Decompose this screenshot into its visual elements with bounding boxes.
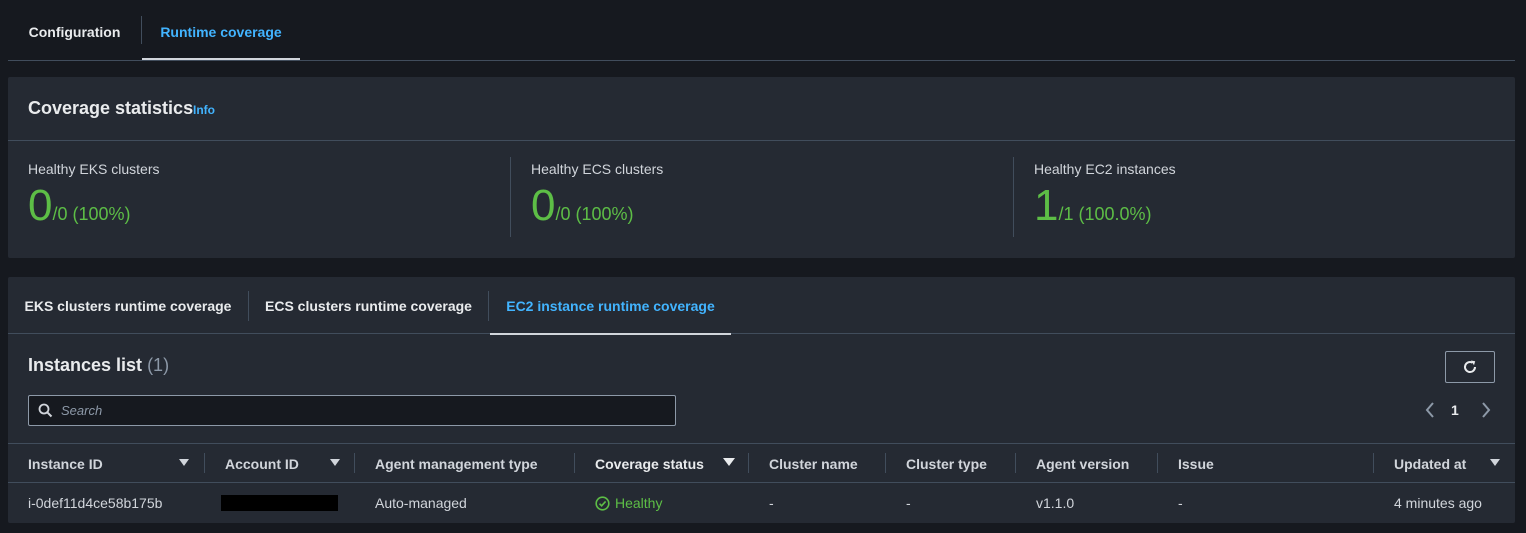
cell-issue: -	[1178, 495, 1183, 511]
redacted-account-id	[221, 495, 338, 511]
stat-eks-clusters: Healthy EKS clusters 0/0 (100%)	[8, 141, 510, 258]
cell-cluster-type: -	[906, 495, 911, 511]
cell-agent-version: v1.1.0	[1036, 495, 1075, 511]
instances-list-title: Instances list (1)	[28, 355, 169, 376]
stat-value: 1/1 (100.0%)	[1034, 181, 1152, 231]
tab-configuration[interactable]: Configuration	[8, 0, 141, 60]
col-agent-management-type[interactable]: Agent management type	[375, 444, 538, 482]
tab-ec2-coverage[interactable]: EC2 instance runtime coverage	[490, 277, 731, 335]
col-agent-version[interactable]: Agent version	[1036, 444, 1129, 482]
col-issue[interactable]: Issue	[1178, 444, 1214, 482]
runtime-coverage-panel: EKS clusters runtime coverage ECS cluste…	[8, 277, 1515, 523]
refresh-icon	[1464, 360, 1477, 373]
col-account-id[interactable]: Account ID	[225, 444, 299, 482]
list-count: (1)	[147, 355, 170, 375]
coverage-statistics-panel: Coverage statistics Info Healthy EKS clu…	[8, 77, 1515, 258]
column-divider	[354, 453, 355, 473]
col-cluster-type[interactable]: Cluster type	[906, 444, 987, 482]
cell-instance-id[interactable]: i-0def11d4ce58b175b	[28, 483, 162, 523]
search-field	[28, 395, 676, 426]
tabs-divider	[8, 60, 1515, 61]
cell-coverage-status: Healthy	[595, 483, 662, 523]
stats-title: Coverage statistics	[28, 98, 194, 118]
stat-label: Healthy EKS clusters	[28, 161, 160, 177]
column-divider	[885, 453, 886, 473]
stat-total: /0 (100%)	[52, 204, 131, 224]
stat-ec2-instances: Healthy EC2 instances 1/1 (100.0%)	[1014, 141, 1514, 258]
stats-header: Coverage statistics Info	[8, 77, 1515, 141]
stat-ecs-clusters: Healthy ECS clusters 0/0 (100%)	[511, 141, 1013, 258]
top-tabs: Configuration Runtime coverage	[0, 0, 1526, 61]
chevron-left-icon[interactable]	[1423, 400, 1437, 420]
search-icon	[38, 403, 53, 418]
chevron-right-icon[interactable]	[1479, 400, 1493, 420]
col-updated-at[interactable]: Updated at	[1394, 444, 1466, 482]
search-input[interactable]	[61, 396, 661, 425]
tab-eks-coverage[interactable]: EKS clusters runtime coverage	[8, 277, 248, 334]
stat-total: /1 (100.0%)	[1058, 204, 1152, 224]
refresh-button[interactable]	[1445, 351, 1495, 383]
tab-ecs-coverage[interactable]: ECS clusters runtime coverage	[249, 277, 488, 334]
tab-runtime-coverage[interactable]: Runtime coverage	[142, 0, 300, 60]
column-divider	[748, 453, 749, 473]
stat-healthy-count: 1	[1034, 181, 1059, 230]
table-header: Instance ID Account ID Agent management …	[8, 443, 1515, 483]
stat-label: Healthy ECS clusters	[531, 161, 664, 177]
cell-updated-at: 4 minutes ago	[1394, 495, 1482, 511]
column-divider	[1373, 453, 1374, 473]
sort-icon[interactable]	[1490, 459, 1500, 466]
stat-value: 0/0 (100%)	[531, 181, 634, 231]
column-divider	[1157, 453, 1158, 473]
tab-divider	[488, 291, 489, 321]
stat-healthy-count: 0	[28, 181, 53, 230]
table-row[interactable]: i-0def11d4ce58b175b Auto-managed Healthy…	[8, 483, 1515, 523]
cell-agent-management-type: Auto-managed	[375, 495, 467, 511]
page-number[interactable]: 1	[1451, 402, 1459, 418]
sort-desc-icon[interactable]	[723, 458, 735, 466]
list-title-text: Instances list	[28, 355, 143, 375]
column-divider	[1015, 453, 1016, 473]
status-label: Healthy	[615, 495, 663, 511]
coverage-tabs: EKS clusters runtime coverage ECS cluste…	[8, 277, 1515, 335]
sort-icon[interactable]	[179, 459, 189, 466]
stat-total: /0 (100%)	[555, 204, 634, 224]
col-cluster-name[interactable]: Cluster name	[769, 444, 858, 482]
stat-label: Healthy EC2 instances	[1034, 161, 1176, 177]
column-divider	[204, 453, 205, 473]
cell-cluster-name: -	[769, 495, 774, 511]
sort-icon[interactable]	[330, 459, 340, 466]
check-circle-icon	[595, 495, 610, 511]
stat-healthy-count: 0	[531, 181, 556, 230]
col-coverage-status[interactable]: Coverage status	[595, 444, 704, 482]
info-link[interactable]: Info	[193, 103, 215, 117]
stat-value: 0/0 (100%)	[28, 181, 131, 231]
col-instance-id[interactable]: Instance ID	[28, 444, 103, 482]
column-divider	[574, 453, 575, 473]
